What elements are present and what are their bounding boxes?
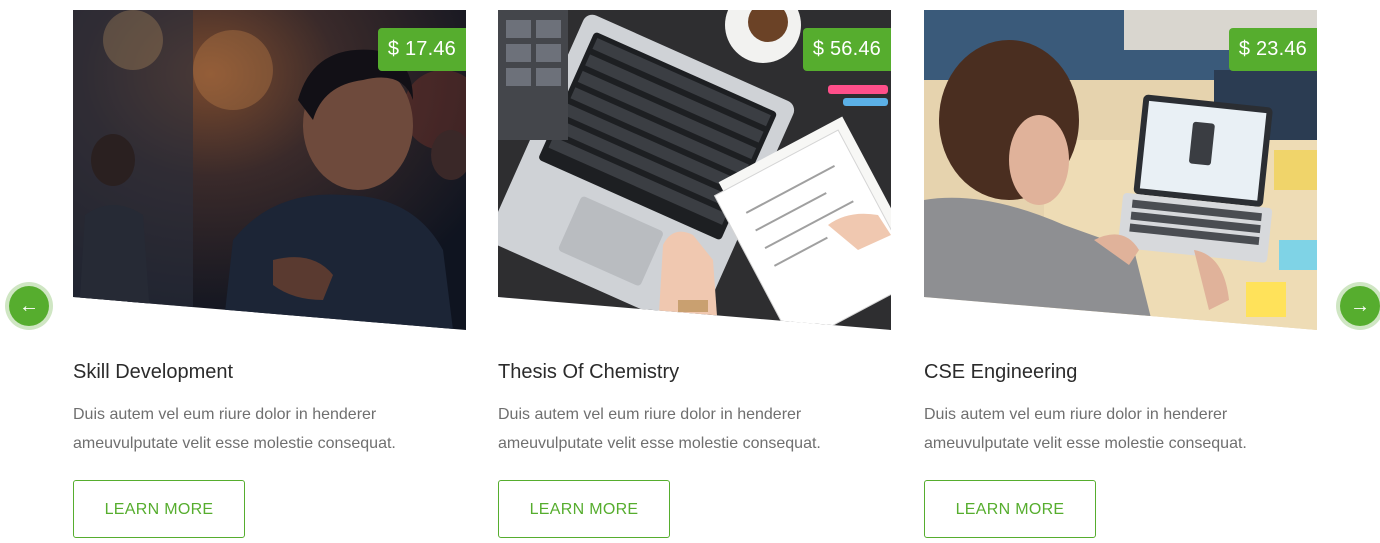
carousel-prev-button[interactable]: ←	[9, 286, 49, 326]
course-description: Duis autem vel eum riure dolor in hender…	[924, 406, 1247, 452]
carousel-next-button[interactable]: →	[1340, 286, 1380, 326]
course-description: Duis autem vel eum riure dolor in hender…	[73, 406, 396, 452]
learn-more-button[interactable]: LEARN MORE	[498, 480, 670, 538]
course-carousel: ← $ 17.46 Skill Development Duis autem v…	[0, 0, 1380, 543]
course-title[interactable]: Skill Development	[73, 360, 466, 384]
price-badge: $ 23.46	[1228, 28, 1317, 71]
course-image[interactable]: $ 23.46	[924, 10, 1317, 330]
course-card: $ 56.46 Thesis Of Chemistry Duis autem v…	[498, 10, 891, 538]
course-card: $ 17.46 Skill Development Duis autem vel…	[73, 10, 466, 538]
course-title[interactable]: Thesis Of Chemistry	[498, 360, 891, 384]
course-image[interactable]: $ 17.46	[73, 10, 466, 330]
course-description: Duis autem vel eum riure dolor in hender…	[498, 406, 821, 452]
arrow-right-icon: →	[1350, 295, 1370, 317]
arrow-left-icon: ←	[19, 295, 39, 317]
learn-more-button[interactable]: LEARN MORE	[924, 480, 1096, 538]
learn-more-button[interactable]: LEARN MORE	[73, 480, 245, 538]
course-image[interactable]: $ 56.46	[498, 10, 891, 330]
price-badge: $ 17.46	[377, 28, 466, 71]
price-badge: $ 56.46	[802, 28, 891, 71]
course-card: $ 23.46 CSE Engineering Duis autem vel e…	[924, 10, 1317, 538]
course-title[interactable]: CSE Engineering	[924, 360, 1317, 384]
